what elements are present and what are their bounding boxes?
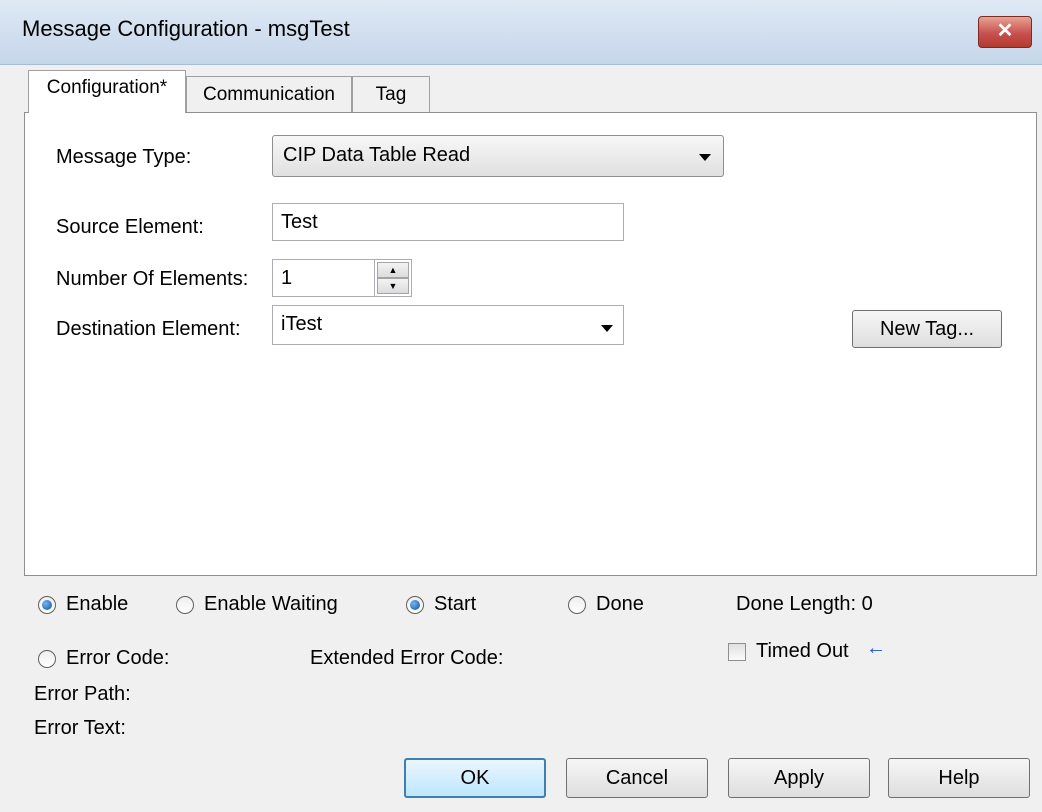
window-title: Message Configuration - msgTest [22, 16, 350, 41]
new-tag-button[interactable]: New Tag... [852, 310, 1002, 348]
tab-configuration-label: Configuration* [46, 77, 168, 98]
done-length-label: Done Length: 0 [736, 593, 873, 615]
apply-button[interactable]: Apply [728, 758, 870, 798]
number-of-elements-input[interactable]: 1 [272, 259, 376, 297]
title-bar[interactable]: Message Configuration - msgTest ✕ [0, 0, 1042, 65]
ok-button[interactable]: OK [404, 758, 546, 798]
timed-out-label: Timed Out [756, 640, 849, 662]
spinner-up-icon[interactable]: ▲ [377, 262, 409, 278]
error-code-label: Error Code: [66, 647, 170, 669]
tab-tag-label: Tag [375, 84, 407, 105]
enable-radio [38, 596, 56, 614]
arrow-left-icon: ← [866, 637, 886, 659]
error-code-radio [38, 650, 56, 668]
number-of-elements-spinner[interactable]: ▲ ▼ [374, 259, 412, 297]
close-button[interactable]: ✕ [978, 16, 1032, 48]
source-element-input[interactable]: Test [272, 203, 624, 241]
chevron-down-icon [699, 154, 711, 161]
help-button[interactable]: Help [888, 758, 1030, 798]
extended-error-code-label: Extended Error Code: [310, 647, 504, 669]
close-icon: ✕ [996, 20, 1014, 42]
enable-label: Enable [66, 593, 129, 615]
destination-element-value: iTest [281, 313, 323, 335]
enable-waiting-label: Enable Waiting [204, 593, 338, 615]
start-radio [406, 596, 424, 614]
message-type-value: CIP Data Table Read [283, 144, 471, 166]
tab-communication[interactable]: Communication [186, 76, 352, 112]
done-radio [568, 596, 586, 614]
message-configuration-dialog: Message Configuration - msgTest ✕ Config… [0, 0, 1042, 812]
source-element-label: Source Element: [56, 216, 204, 238]
tab-configuration[interactable]: Configuration* [28, 70, 186, 113]
destination-element-label: Destination Element: [56, 318, 241, 340]
cancel-button[interactable]: Cancel [566, 758, 708, 798]
error-path-label: Error Path: [34, 683, 131, 705]
spinner-down-icon[interactable]: ▼ [377, 278, 409, 294]
start-label: Start [434, 593, 477, 615]
done-label: Done [596, 593, 644, 615]
number-of-elements-label: Number Of Elements: [56, 268, 249, 290]
tab-tag[interactable]: Tag [352, 76, 430, 112]
timed-out-checkbox [728, 643, 746, 661]
destination-element-select[interactable]: iTest [272, 305, 624, 345]
message-type-select[interactable]: CIP Data Table Read [272, 135, 724, 177]
chevron-down-icon [601, 325, 613, 332]
message-type-label: Message Type: [56, 146, 192, 168]
enable-waiting-radio [176, 596, 194, 614]
tab-communication-label: Communication [203, 84, 335, 105]
error-text-label: Error Text: [34, 717, 126, 739]
